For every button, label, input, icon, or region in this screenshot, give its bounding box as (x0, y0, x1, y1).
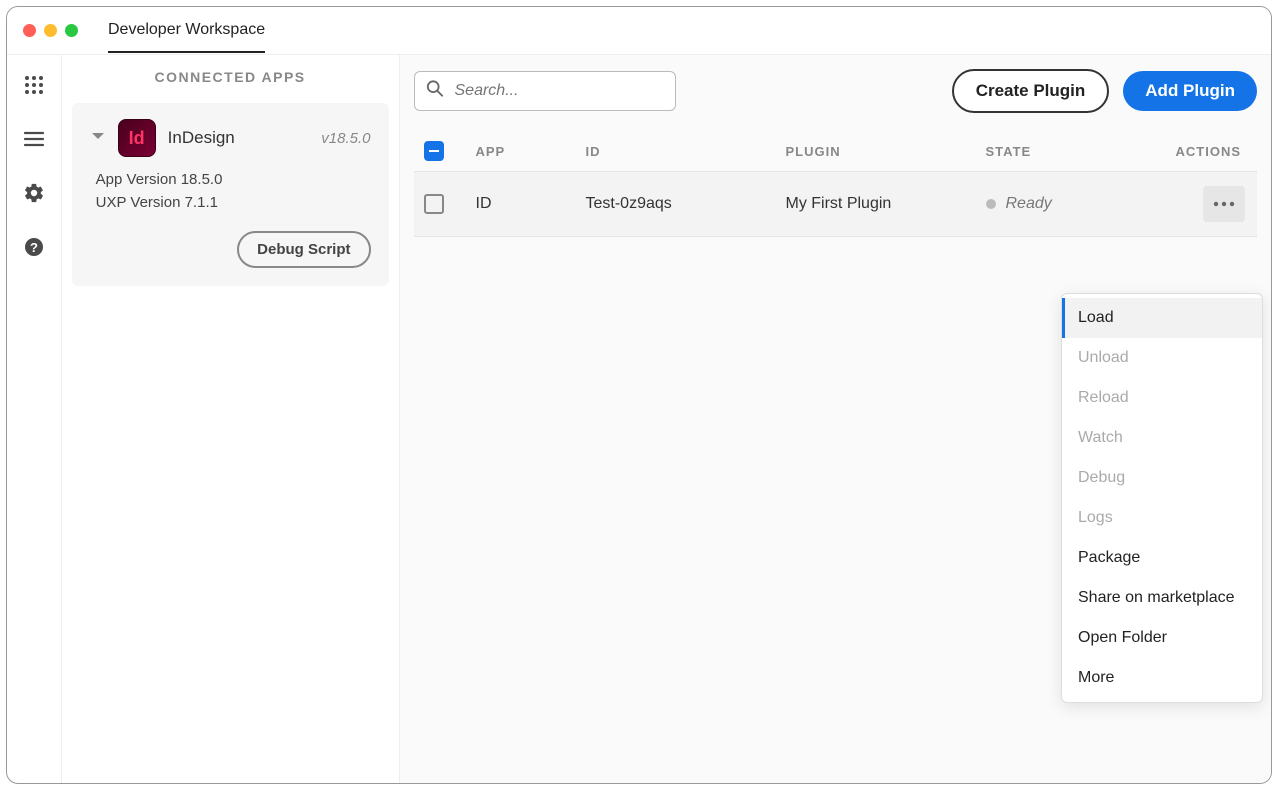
table-header: APP ID PLUGIN STATE ACTIONS (414, 131, 1258, 171)
cell-id: Test-0z9aqs (586, 195, 786, 213)
uxp-version-line: UXP Version 7.1.1 (96, 194, 371, 211)
gear-icon[interactable] (22, 181, 46, 205)
minimize-window-button[interactable] (44, 24, 57, 37)
close-window-button[interactable] (23, 24, 36, 37)
menu-item-open-folder[interactable]: Open Folder (1062, 618, 1262, 658)
create-plugin-button[interactable]: Create Plugin (952, 69, 1110, 113)
apps-grid-icon[interactable] (22, 73, 46, 97)
actions-menu: Load Unload Reload Watch Debug Logs Pack… (1061, 293, 1263, 703)
menu-item-reload[interactable]: Reload (1062, 378, 1262, 418)
add-plugin-button[interactable]: Add Plugin (1123, 71, 1257, 111)
cell-actions (1176, 186, 1252, 222)
select-all-checkbox[interactable] (424, 141, 444, 161)
titlebar: Developer Workspace (7, 7, 1271, 55)
table-row: ID Test-0z9aqs My First Plugin Ready (414, 171, 1258, 237)
sidebar-heading: CONNECTED APPS (68, 69, 393, 85)
menu-item-load[interactable]: Load (1062, 298, 1262, 338)
maximize-window-button[interactable] (65, 24, 78, 37)
state-text: Ready (1006, 195, 1052, 213)
toolbar: Create Plugin Add Plugin (414, 69, 1258, 113)
th-plugin: PLUGIN (786, 144, 986, 159)
svg-text:?: ? (30, 240, 38, 255)
menu-item-more[interactable]: More (1062, 658, 1262, 698)
app-body: ? CONNECTED APPS Id InDesign v18.5.0 App… (7, 55, 1271, 783)
plugins-table: APP ID PLUGIN STATE ACTIONS ID Test-0z9a… (414, 131, 1258, 237)
search-icon (426, 80, 444, 103)
cell-state: Ready (986, 195, 1176, 213)
search-wrapper (414, 71, 676, 111)
row-actions-button[interactable] (1203, 186, 1245, 222)
th-app: APP (476, 144, 586, 159)
th-id: ID (586, 144, 786, 159)
app-version: v18.5.0 (321, 130, 370, 147)
app-card-header: Id InDesign v18.5.0 (90, 119, 371, 157)
chevron-down-icon[interactable] (90, 128, 106, 149)
state-indicator-icon (986, 199, 996, 209)
row-checkbox[interactable] (424, 194, 444, 214)
help-icon[interactable]: ? (22, 235, 46, 259)
menu-item-watch[interactable]: Watch (1062, 418, 1262, 458)
app-version-line: App Version 18.5.0 (96, 171, 371, 188)
menu-item-package[interactable]: Package (1062, 538, 1262, 578)
menu-item-unload[interactable]: Unload (1062, 338, 1262, 378)
cell-plugin: My First Plugin (786, 195, 986, 213)
menu-item-logs[interactable]: Logs (1062, 498, 1262, 538)
search-input[interactable] (414, 71, 676, 111)
menu-item-share-marketplace[interactable]: Share on marketplace (1062, 578, 1262, 618)
menu-item-debug[interactable]: Debug (1062, 458, 1262, 498)
window-controls (23, 24, 78, 37)
connected-apps-sidebar: CONNECTED APPS Id InDesign v18.5.0 App V… (62, 55, 400, 783)
active-tab-title[interactable]: Developer Workspace (108, 9, 265, 53)
app-card-indesign: Id InDesign v18.5.0 App Version 18.5.0 U… (72, 103, 389, 286)
debug-script-button[interactable]: Debug Script (237, 231, 370, 268)
th-actions: ACTIONS (1176, 144, 1252, 159)
indesign-app-icon: Id (118, 119, 156, 157)
app-name: InDesign (168, 128, 235, 148)
menu-icon[interactable] (22, 127, 46, 151)
main-panel: Create Plugin Add Plugin APP ID PLUGIN S… (400, 55, 1272, 783)
cell-app: ID (476, 195, 586, 213)
nav-rail: ? (7, 55, 62, 783)
app-window: Developer Workspace ? CONNECTED APPS (6, 6, 1272, 784)
th-state: STATE (986, 144, 1176, 159)
